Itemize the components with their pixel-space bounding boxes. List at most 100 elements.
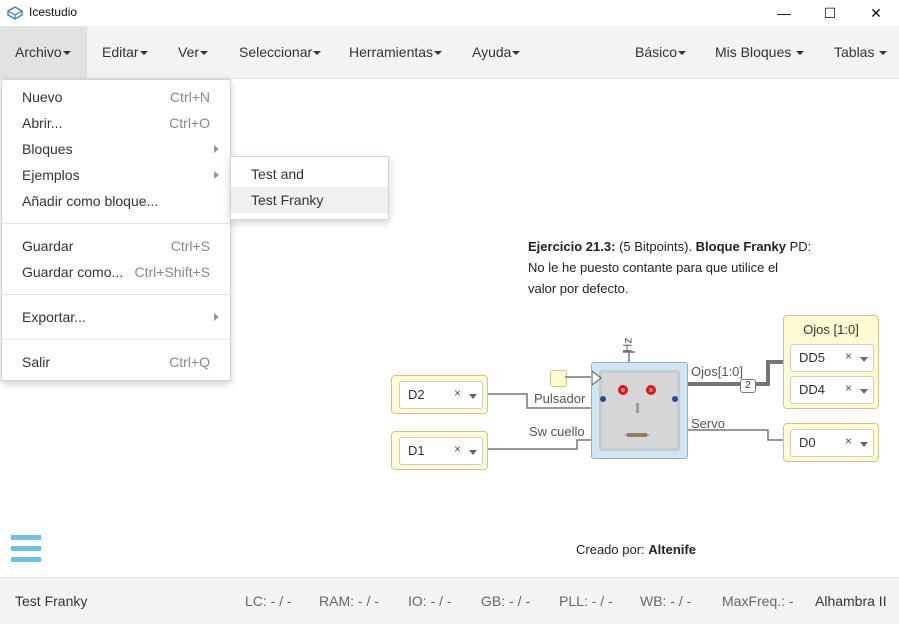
pin-select-dd5[interactable]: DD5 × — [790, 344, 874, 372]
output-port-dot — [672, 396, 678, 402]
caret-down-icon[interactable] — [860, 389, 868, 394]
pulsador-label: Pulsador — [534, 391, 586, 406]
input-port-dot — [600, 396, 606, 402]
menu-item-label: Guardar como... — [22, 264, 124, 280]
menu-item-shortcut: Ctrl+S — [170, 238, 210, 254]
sw-cuello-label: Sw cuello — [529, 424, 585, 439]
credit-prefix: Creado por: — [576, 542, 649, 557]
menu-item-label: Exportar... — [22, 309, 86, 325]
clear-icon[interactable]: × — [454, 442, 461, 456]
output-block-servo[interactable]: D0 × — [783, 423, 879, 462]
pulsador-wire — [565, 376, 592, 378]
chevron-right-icon — [214, 145, 219, 153]
chevron-right-icon — [214, 171, 219, 179]
menu-item-ejemplos[interactable]: Ejemplos — [2, 162, 230, 188]
pll-stat: PLL: - / - — [559, 593, 613, 609]
caret-down-icon[interactable] — [469, 394, 477, 399]
gb-value: - / - — [505, 593, 531, 609]
menu-item-abrir[interactable]: Abrir... Ctrl+O — [2, 110, 230, 136]
pin-value: DD4 — [799, 382, 826, 397]
lc-value: - / - — [266, 593, 292, 609]
servo-label: Servo — [691, 416, 725, 431]
ram-stat: RAM: - / - — [319, 593, 379, 609]
menu-item-salir[interactable]: Salir Ctrl+Q — [2, 349, 230, 375]
pin-select-d1[interactable]: D1 × — [399, 437, 483, 465]
ojos-bus-label: Ojos[1:0] — [691, 364, 744, 379]
ram-label: RAM: — [319, 593, 354, 609]
pin-select-dd4[interactable]: DD4 × — [790, 376, 874, 404]
caret-down-icon[interactable] — [860, 357, 868, 362]
pll-label: PLL: — [559, 593, 588, 609]
wb-value: - / - — [666, 593, 692, 609]
franky-block[interactable] — [591, 362, 688, 459]
lc-label: LC: — [245, 593, 267, 609]
pin-select-d0[interactable]: D0 × — [790, 429, 874, 457]
pin-value: D0 — [799, 435, 816, 450]
io-value: - / - — [426, 593, 452, 609]
menu-item-label: Abrir... — [22, 115, 63, 131]
wb-stat: WB: - / - — [640, 593, 691, 609]
ram-value: - / - — [354, 593, 379, 609]
maxfreq-value: - — [785, 593, 794, 609]
menu-item-shortcut: Ctrl+Shift+S — [134, 264, 210, 280]
board-selector[interactable]: Alhambra II — [815, 593, 887, 609]
wire-servo — [687, 429, 784, 441]
menu-item-shortcut: Ctrl+O — [169, 115, 210, 131]
pll-value: - / - — [587, 593, 613, 609]
pin-select-d2[interactable]: D2 × — [399, 381, 483, 409]
menu-item-label: Añadir como bloque... — [22, 193, 159, 209]
hamburger-menu-icon[interactable] — [11, 535, 41, 563]
maxfreq-stat: MaxFreq.: - — [722, 593, 794, 609]
menu-item-label: Ejemplos — [22, 167, 80, 183]
clear-icon[interactable]: × — [454, 386, 461, 400]
gb-stat: GB: - / - — [481, 593, 530, 609]
submenu-item-label: Test and — [251, 166, 304, 182]
franky-face-icon — [591, 369, 680, 451]
menu-item-label: Salir — [22, 354, 51, 370]
pin-value: D1 — [408, 443, 425, 458]
caret-down-icon[interactable] — [469, 450, 477, 455]
caret-down-icon[interactable] — [860, 442, 868, 447]
gb-label: GB: — [481, 593, 506, 609]
menu-divider — [2, 294, 230, 295]
menu-item-guardar-como[interactable]: Guardar como... Ctrl+Shift+S — [2, 259, 230, 285]
input-block-d1[interactable]: D1 × — [391, 431, 488, 470]
wb-label: WB: — [640, 593, 667, 609]
project-name: Test Franky — [15, 593, 88, 609]
menu-item-label: Bloques — [22, 141, 73, 157]
menu-item-shortcut: Ctrl+Q — [169, 354, 210, 370]
input-block-d2[interactable]: D2 × — [391, 375, 488, 414]
io-label: IO: — [408, 593, 427, 609]
bus-width-badge: 2 — [740, 379, 756, 393]
credit: Creado por: Altenife — [576, 542, 696, 557]
submenu-item-test-franky[interactable]: Test Franky — [231, 187, 388, 213]
menu-item-shortcut: Ctrl+N — [169, 89, 210, 105]
io-stat: IO: - / - — [408, 593, 452, 609]
chevron-right-icon — [214, 313, 219, 321]
status-bar: Test Franky LC: - / - RAM: - / - IO: - /… — [0, 577, 899, 624]
clear-icon[interactable]: × — [845, 434, 852, 448]
wire-sw-cuello — [486, 439, 592, 450]
menu-item-label: Nuevo — [22, 89, 63, 105]
menu-item-guardar[interactable]: Guardar Ctrl+S — [2, 233, 230, 259]
menu-item-label: Guardar — [22, 238, 74, 254]
clear-icon[interactable]: × — [845, 381, 852, 395]
archivo-dropdown: Nuevo Ctrl+N Abrir... Ctrl+O Bloques Eje… — [1, 79, 231, 381]
lc-stat: LC: - / - — [245, 593, 292, 609]
menu-item-exportar[interactable]: Exportar... — [2, 304, 230, 330]
ejemplos-submenu: Test and Test Franky — [230, 156, 389, 220]
ojos-title: Ojos [1:0] — [803, 322, 859, 337]
menu-item-bloques[interactable]: Bloques — [2, 136, 230, 162]
menu-item-nuevo[interactable]: Nuevo Ctrl+N — [2, 84, 230, 110]
output-block-ojos[interactable]: Ojos [1:0] DD5 × DD4 × — [783, 315, 879, 409]
clear-icon[interactable]: × — [845, 349, 852, 363]
maxfreq-label: MaxFreq.: — [722, 593, 786, 609]
submenu-item-label: Test Franky — [251, 192, 324, 208]
menu-divider — [2, 339, 230, 340]
pin-value: D2 — [408, 387, 425, 402]
submenu-item-test-and[interactable]: Test and — [231, 161, 388, 187]
hz-label: Hz — [620, 337, 635, 353]
menu-item-anadir-bloque[interactable]: Añadir como bloque... — [2, 188, 230, 214]
credit-author: Altenife — [648, 542, 696, 557]
pin-value: DD5 — [799, 350, 826, 365]
